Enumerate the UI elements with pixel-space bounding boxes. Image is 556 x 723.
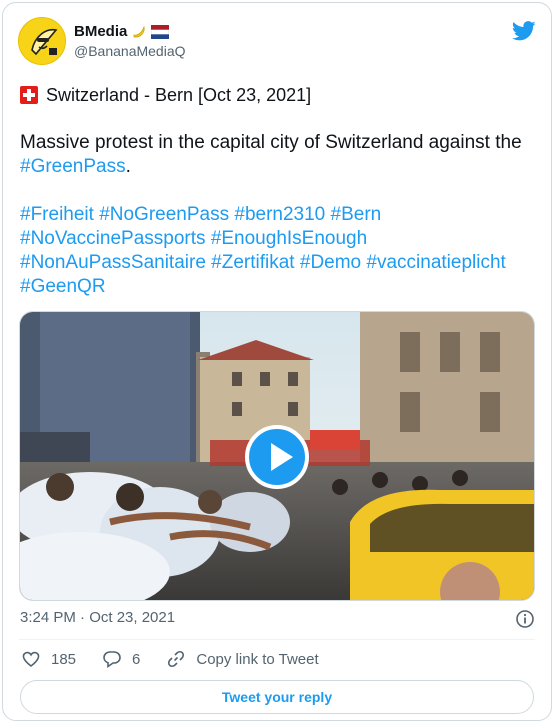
hashtag-line: #Freiheit #NoGreenPass #bern2310 #Bern [20,203,540,227]
hashtag-line: #GeenQR [20,275,540,299]
hashtag-link[interactable]: #Bern [331,204,382,225]
swiss-flag-icon [20,86,38,104]
hashtag-link[interactable]: #bern2310 [234,204,325,225]
display-name-row: BMedia [74,23,186,40]
hashtag-link[interactable]: #NoGreenPass [99,204,229,225]
like-button[interactable]: 185 [21,649,76,669]
hashtag-line: #NonAuPassSanitaire #Zertifikat #Demo #v… [20,251,540,275]
hashtag-link[interactable]: #Zertifikat [211,252,294,273]
tweet-card: BMedia @BananaMediaQ Switzerland - Bern … [2,2,552,721]
hashtag-link[interactable]: #GreenPass [20,156,126,177]
hashtag-link[interactable]: #GeenQR [20,276,106,297]
play-icon[interactable] [245,425,309,489]
author-handle[interactable]: @BananaMediaQ [74,43,186,59]
hashtag-link[interactable]: #Demo [300,252,361,273]
like-count: 185 [51,650,77,668]
reply-button[interactable]: 6 [102,649,140,669]
copy-link-button[interactable]: Copy link to Tweet [166,649,319,669]
body-suffix: . [125,156,131,177]
tweet-actions: 185 6 Copy link to Tweet [21,649,345,669]
tweet-your-reply-button[interactable]: Tweet your reply [20,680,534,714]
avatar[interactable] [18,17,66,65]
tweet-timestamp[interactable]: 3:24 PM · Oct 23, 2021 [20,609,175,626]
hashtag-link[interactable]: #vaccinatieplicht [366,252,505,273]
reply-bubble-icon [103,651,121,669]
heart-icon [22,651,40,668]
hashtag-link[interactable]: #Freiheit [20,204,94,225]
divider [19,639,535,640]
reply-count: 6 [132,650,141,668]
location-text: Switzerland - Bern [Oct 23, 2021] [46,85,312,105]
author-names: BMedia @BananaMediaQ [74,23,186,59]
hashtag-link[interactable]: #NoVaccinePassports [20,228,206,249]
copy-link-label: Copy link to Tweet [196,650,319,668]
display-name[interactable]: BMedia [74,23,127,40]
tweet-header: BMedia @BananaMediaQ [18,17,536,67]
info-icon[interactable] [515,609,535,629]
location-line: Switzerland - Bern [Oct 23, 2021] [20,83,540,107]
twitter-bird-icon[interactable] [512,21,536,41]
banana-avatar-icon [19,18,65,64]
netherlands-flag-icon [151,24,170,39]
body-text: Massive protest in the capital city of S… [20,132,522,153]
hashtag-block: #Freiheit #NoGreenPass #bern2310 #Bern #… [20,203,540,299]
hashtag-link[interactable]: #NonAuPassSanitaire [20,252,206,273]
hashtag-line: #NoVaccinePassports #EnoughIsEnough [20,227,540,251]
link-icon [168,650,185,668]
hashtag-link[interactable]: #EnoughIsEnough [211,228,367,249]
tweet-body: Massive protest in the capital city of S… [20,131,540,179]
tweet-text: Switzerland - Bern [Oct 23, 2021] Massiv… [20,83,540,299]
banana-emoji-icon [133,24,145,37]
video-player[interactable] [19,311,535,601]
